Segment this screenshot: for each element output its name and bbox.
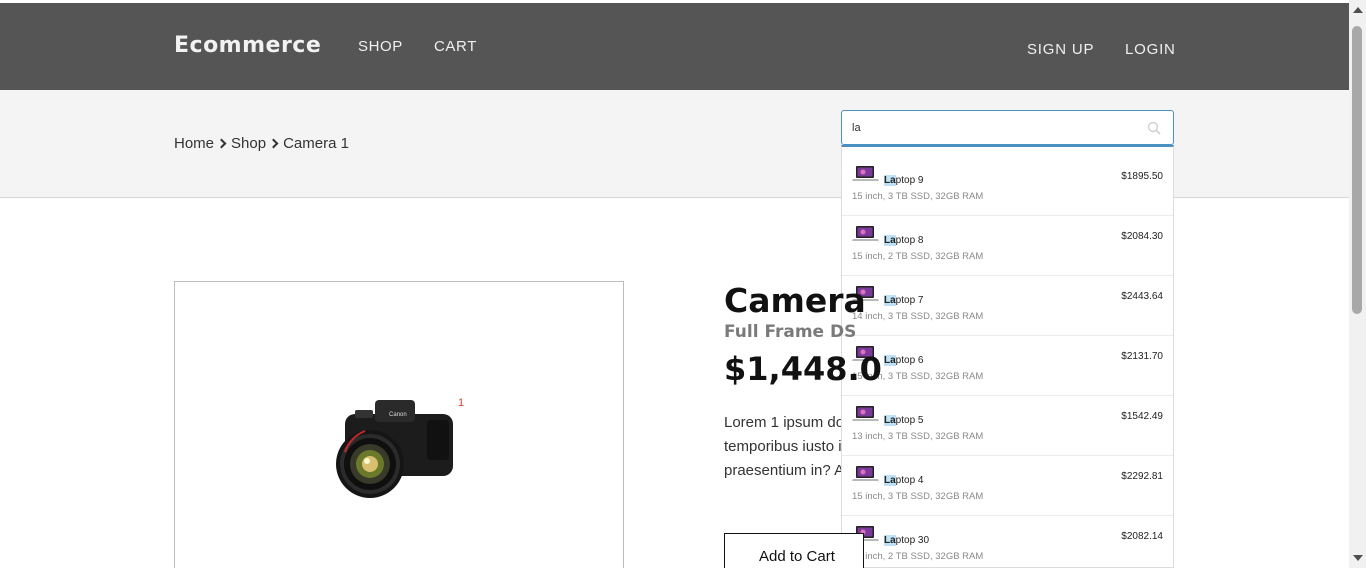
search-input-value[interactable]: la <box>852 122 861 134</box>
suggestion-item[interactable]: Laptop 4 15 inch, 3 TB SSD, 32GB RAM $2292… <box>842 456 1173 516</box>
suggestion-name-rest: ptop 7 <box>895 295 924 306</box>
search-icon[interactable] <box>1147 121 1161 135</box>
chevron-right-icon <box>268 138 279 149</box>
scrollbar-thumb[interactable] <box>1352 26 1362 314</box>
svg-text:Canon: Canon <box>389 412 407 418</box>
suggestion-item[interactable]: Laptop 7 14 inch, 3 TB SSD, 32GB RAM $2443… <box>842 276 1173 336</box>
search-suggestions: Laptop 9 15 inch, 3 TB SSD, 32GB RAM $1895… <box>841 145 1174 568</box>
suggestion-spec: 14 inch, 3 TB SSD, 32GB RAM <box>852 311 984 322</box>
match-highlight: La <box>884 535 896 546</box>
suggestion-price: $2292.81 <box>1121 471 1163 482</box>
nav-sign-up[interactable]: SIGN UP <box>1027 41 1094 58</box>
suggestion-price: $2082.14 <box>1121 531 1163 542</box>
chevron-right-icon <box>216 138 227 149</box>
match-highlight: La <box>884 295 896 306</box>
suggestion-name-rest: ptop 9 <box>895 175 924 186</box>
laptop-icon <box>852 465 880 483</box>
suggestion-name-rest: ptop 4 <box>895 475 924 486</box>
suggestion-name-rest: ptop 6 <box>895 355 924 366</box>
match-highlight: La <box>884 355 896 366</box>
scroll-down-icon[interactable] <box>1353 555 1363 561</box>
suggestion-price: $2084.30 <box>1121 231 1163 242</box>
product-image-frame: Canon 1 <box>174 281 624 568</box>
suggestion-spec: 15 inch, 3 TB SSD, 32GB RAM <box>852 491 984 502</box>
suggestion-price: $1542.49 <box>1121 411 1163 422</box>
suggestion-price: $2131.70 <box>1121 351 1163 362</box>
suggestion-price: $2443.64 <box>1121 291 1163 302</box>
image-badge: 1 <box>458 397 465 409</box>
suggestion-name: Laptop 4 <box>884 475 923 486</box>
product-description: Lorem 1 ipsum do temporibus iusto i prae… <box>724 411 841 483</box>
laptop-icon <box>852 225 880 243</box>
breadcrumb-home[interactable]: Home <box>174 135 214 152</box>
suggestion-name-rest: ptop 30 <box>895 535 930 546</box>
brand-logo[interactable]: Ecommerce <box>174 33 321 58</box>
product-title: Camera <box>724 281 866 320</box>
suggestion-name: Laptop 5 <box>884 415 923 426</box>
suggestion-spec: 15 inch, 2 TB SSD, 32GB RAM <box>852 551 984 562</box>
camera-icon: Canon <box>336 400 453 498</box>
suggestion-name-rest: ptop 5 <box>895 415 924 426</box>
suggestion-item[interactable]: Laptop 9 15 inch, 3 TB SSD, 32GB RAM $1895… <box>842 156 1173 216</box>
add-to-cart-button[interactable]: Add to Cart <box>724 533 864 568</box>
breadcrumb-shop[interactable]: Shop <box>231 135 266 152</box>
description-line: praesentium in? A <box>724 462 841 479</box>
description-line: temporibus iusto i <box>724 438 841 455</box>
suggestion-name-rest: ptop 8 <box>895 235 924 246</box>
search-input[interactable]: la <box>841 110 1174 145</box>
suggestion-spec: 15 inch, 2 TB SSD, 32GB RAM <box>852 251 984 262</box>
product-subtitle: Full Frame DS <box>724 322 857 342</box>
breadcrumb-current: Camera 1 <box>283 135 349 152</box>
suggestion-name: Laptop 7 <box>884 295 923 306</box>
suggestion-item[interactable]: Laptop 8 15 inch, 2 TB SSD, 32GB RAM $2084… <box>842 216 1173 276</box>
suggestion-name: Laptop 9 <box>884 175 923 186</box>
scrollbar[interactable] <box>1349 0 1366 568</box>
match-highlight: La <box>884 235 896 246</box>
suggestion-price: $1895.50 <box>1121 171 1163 182</box>
breadcrumb: Home Shop Camera 1 <box>174 135 349 152</box>
suggestion-item[interactable]: Laptop 30 15 inch, 2 TB SSD, 32GB RAM $208… <box>842 516 1173 567</box>
suggestion-name: Laptop 6 <box>884 355 923 366</box>
suggestion-spec: 15 inch, 3 TB SSD, 32GB RAM <box>852 191 984 202</box>
suggestion-spec: 13 inch, 3 TB SSD, 32GB RAM <box>852 431 984 442</box>
nav-cart[interactable]: CART <box>434 38 477 55</box>
suggestion-item[interactable]: Laptop 5 13 inch, 3 TB SSD, 32GB RAM $1542… <box>842 396 1173 456</box>
suggestion-name: Laptop 8 <box>884 235 923 246</box>
nav-login[interactable]: LOGIN <box>1125 41 1176 58</box>
description-line: Lorem 1 ipsum do <box>724 414 841 431</box>
laptop-icon <box>852 405 880 423</box>
suggestion-name: Laptop 30 <box>884 535 929 546</box>
laptop-icon <box>852 165 880 183</box>
scroll-up-icon[interactable] <box>1353 7 1363 13</box>
match-highlight: La <box>884 475 896 486</box>
product-price: $1,448.0 <box>724 350 882 388</box>
navbar: Ecommerce SHOP CART SIGN UP LOGIN <box>0 3 1349 90</box>
match-highlight: La <box>884 175 896 186</box>
suggestion-item[interactable]: Laptop 6 15 inch, 3 TB SSD, 32GB RAM $2131… <box>842 336 1173 396</box>
match-highlight: La <box>884 415 896 426</box>
nav-shop[interactable]: SHOP <box>358 38 403 55</box>
